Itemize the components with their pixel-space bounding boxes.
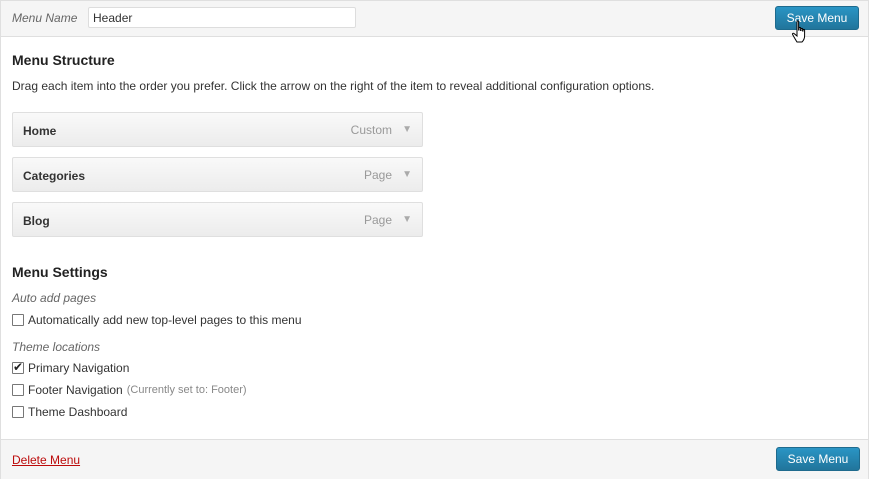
menu-item-type: Page [363,213,392,227]
primary-navigation-checkbox[interactable]: ✔ [12,360,24,374]
dropdown-arrow-icon[interactable]: ▼ [402,214,412,225]
location-label: Primary Navigation [28,361,130,375]
location-theme-dashboard[interactable]: Theme Dashboard [12,405,127,419]
location-note: (Currently set to: Footer) [126,384,247,396]
menu-editor-frame: Menu Name Save Menu Menu Structure Drag … [0,0,869,479]
menu-item-home[interactable]: Home Custom ▼ [12,112,423,147]
auto-add-pages-label: Auto add pages [12,291,97,305]
delete-menu-link[interactable]: Delete Menu [12,453,80,467]
auto-add-option-label: Automatically add new top-level pages to… [28,313,302,327]
footer-navigation-checkbox[interactable] [12,384,24,396]
location-footer-navigation[interactable]: Footer Navigation (Currently set to: Foo… [12,383,247,397]
location-label: Theme Dashboard [28,405,128,419]
auto-add-pages-option[interactable]: Automatically add new top-level pages to… [12,313,302,327]
location-primary-navigation[interactable]: ✔ Primary Navigation [12,360,130,375]
menu-structure-instructions: Drag each item into the order you prefer… [12,79,655,93]
theme-locations-label: Theme locations [12,340,101,354]
menu-settings-title: Menu Settings [12,264,108,280]
menu-header-bar: Menu Name Save Menu [1,1,868,43]
theme-dashboard-checkbox[interactable] [12,406,24,418]
menu-item-categories[interactable]: Categories Page ▼ [12,157,423,192]
location-label: Footer Navigation [28,383,123,397]
menu-item-title: Blog [23,214,50,228]
dropdown-arrow-icon[interactable]: ▼ [402,124,412,135]
menu-item-title: Home [23,124,57,138]
menu-footer-bar: Delete Menu Save Menu [1,439,868,479]
menu-item-type: Page [363,168,392,182]
menu-item-blog[interactable]: Blog Page ▼ [12,202,423,237]
menu-structure-title: Menu Structure [12,52,115,68]
menu-item-title: Categories [23,169,86,183]
checkmark-icon: ✔ [13,360,24,374]
menu-name-input[interactable] [88,7,356,28]
save-menu-button-top[interactable]: Save Menu [775,6,859,30]
auto-add-checkbox[interactable] [12,314,24,326]
menu-item-type: Custom [350,123,392,137]
save-menu-button-bottom[interactable]: Save Menu [776,447,860,471]
menu-name-label: Menu Name [12,11,78,25]
hand-pointer-icon [791,20,806,43]
dropdown-arrow-icon[interactable]: ▼ [402,169,412,180]
